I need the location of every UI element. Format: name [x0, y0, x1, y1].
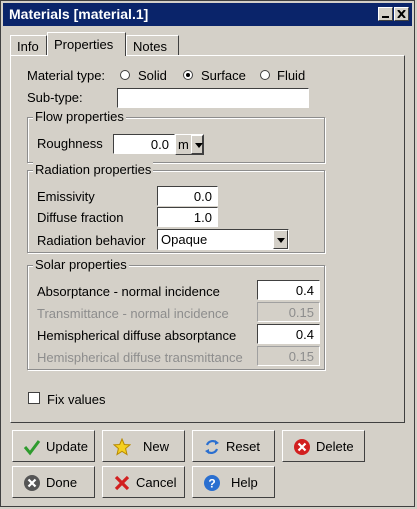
subtype-input[interactable] — [117, 88, 309, 108]
checkmark-icon — [23, 440, 41, 456]
fix-values-label: Fix values — [47, 392, 106, 407]
help-button[interactable]: ? Help — [192, 466, 275, 498]
emissivity-label: Emissivity — [37, 189, 95, 204]
chevron-down-icon — [191, 135, 203, 154]
close-button[interactable] — [394, 7, 409, 21]
done-button[interactable]: Done — [12, 466, 95, 498]
material-type-label: Material type: — [27, 68, 106, 83]
diffuse-fraction-label: Diffuse fraction — [37, 210, 124, 225]
roughness-label: Roughness — [37, 136, 103, 151]
minimize-button[interactable] — [378, 7, 393, 21]
absorptance-normal-input[interactable]: 0.4 — [257, 280, 320, 300]
diffuse-fraction-input[interactable]: 1.0 — [157, 207, 218, 227]
absorptance-normal-label: Absorptance - normal incidence — [37, 284, 220, 299]
emissivity-input[interactable]: 0.0 — [157, 186, 218, 206]
hemispherical-transmittance-label: Hemispherical diffuse transmittance — [37, 350, 243, 365]
transmittance-normal-input: 0.15 — [257, 302, 320, 322]
reset-button[interactable]: Reset — [192, 430, 275, 462]
radiation-properties-title: Radiation properties — [33, 162, 154, 177]
update-button[interactable]: Update — [12, 430, 95, 462]
help-button-label: Help — [231, 475, 258, 490]
transmittance-normal-label: Transmittance - normal incidence — [37, 306, 229, 321]
tab-label: Info — [17, 39, 39, 54]
radio-surface[interactable] — [183, 70, 193, 80]
tab-label: Notes — [133, 39, 167, 54]
radio-surface-label: Surface — [201, 68, 246, 83]
help-icon: ? — [204, 475, 220, 491]
window-title: Materials [material.1] — [9, 6, 149, 22]
subtype-label: Sub-type: — [27, 90, 83, 105]
update-button-label: Update — [46, 439, 88, 454]
tab-info[interactable]: Info — [10, 35, 47, 55]
radio-fluid[interactable] — [260, 70, 270, 80]
roughness-unit-select[interactable]: m — [175, 134, 204, 155]
done-icon — [24, 475, 40, 491]
svg-text:?: ? — [208, 477, 215, 491]
tab-notes[interactable]: Notes — [126, 35, 179, 55]
hemispherical-transmittance-input: 0.15 — [257, 346, 320, 366]
new-button-label: New — [143, 439, 170, 454]
solar-properties-title: Solar properties — [33, 257, 129, 272]
star-icon — [113, 438, 131, 456]
done-button-label: Done — [46, 475, 78, 490]
radiation-behavior-label: Radiation behavior — [37, 233, 146, 248]
flow-properties-title: Flow properties — [33, 109, 126, 124]
tab-label: Properties — [54, 37, 114, 52]
title-bar[interactable]: Materials [material.1] — [3, 3, 412, 26]
new-button[interactable]: New — [102, 430, 185, 462]
radiation-behavior-select[interactable]: Opaque — [157, 229, 289, 250]
refresh-icon — [205, 440, 219, 454]
reset-button-label: Reset — [226, 439, 260, 454]
radiation-behavior-value: Opaque — [161, 232, 208, 247]
chevron-down-icon — [273, 230, 288, 249]
radio-solid-label: Solid — [138, 68, 167, 83]
cancel-button[interactable]: Cancel — [102, 466, 185, 498]
delete-button[interactable]: Delete — [282, 430, 365, 462]
delete-icon — [294, 439, 310, 455]
fix-values-checkbox[interactable] — [28, 392, 40, 404]
hemispherical-absorptance-label: Hemispherical diffuse absorptance — [37, 328, 237, 343]
materials-window: Materials [material.1] Info Properties N… — [0, 0, 415, 507]
radio-solid[interactable] — [120, 70, 130, 80]
hemispherical-absorptance-input[interactable]: 0.4 — [257, 324, 320, 344]
tab-properties[interactable]: Properties — [47, 32, 126, 56]
cross-icon — [114, 475, 130, 491]
roughness-input[interactable]: 0.0 — [113, 134, 175, 154]
close-icon — [397, 10, 406, 18]
cancel-button-label: Cancel — [136, 475, 177, 490]
roughness-unit: m — [178, 137, 189, 152]
delete-button-label: Delete — [316, 439, 354, 454]
radio-fluid-label: Fluid — [277, 68, 306, 83]
